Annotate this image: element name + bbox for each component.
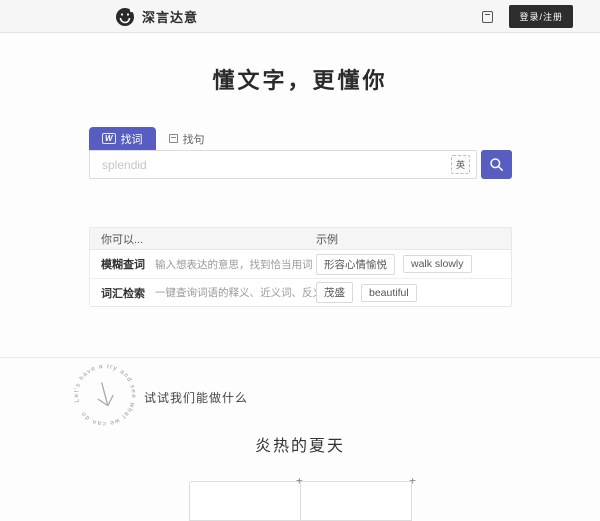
example-tag[interactable]: walk slowly <box>403 255 472 273</box>
search-area: W 找词 找句 英 <box>89 127 512 179</box>
example-cards: + + <box>189 481 412 521</box>
feature-description: 输入想表达的意思，找到恰当用词 <box>155 257 313 272</box>
brand[interactable]: 深言达意 <box>115 0 198 33</box>
table-row: 词汇检索 一键查询词语的释义、近义词、反义词、联想词等 茂盛 beautiful <box>90 278 511 306</box>
brand-name: 深言达意 <box>142 7 198 26</box>
example-tag[interactable]: beautiful <box>361 284 417 302</box>
example-card[interactable] <box>300 481 412 521</box>
example-tag[interactable]: 茂盛 <box>316 282 353 303</box>
header: 深言达意 登录/注册 <box>0 0 600 33</box>
search-input[interactable] <box>90 158 451 172</box>
plus-decoration: + <box>296 474 303 487</box>
example-tag[interactable]: 形容心情愉悦 <box>316 254 395 275</box>
plus-decoration: + <box>409 474 416 487</box>
search-button[interactable] <box>481 150 512 179</box>
docs-icon[interactable] <box>482 11 493 23</box>
page-title: 懂文字，更懂你 <box>0 63 600 95</box>
search-icon <box>489 157 504 172</box>
help-table-header-examples: 示例 <box>316 231 511 247</box>
help-table-header: 你可以... 示例 <box>90 228 511 250</box>
login-register-button[interactable]: 登录/注册 <box>509 5 573 28</box>
find-words-icon: W <box>102 133 116 144</box>
feature-name: 词汇检索 <box>101 285 145 301</box>
find-sentences-icon <box>169 134 178 143</box>
try-label: 试试我们能做什么 <box>144 389 248 406</box>
help-table: 你可以... 示例 模糊查词 输入想表达的意思，找到恰当用词 形容心情愉悦 wa… <box>89 227 512 307</box>
help-table-header-capabilities: 你可以... <box>90 231 316 247</box>
language-toggle-icon[interactable]: 英 <box>451 155 470 174</box>
try-circle-graphic: Let's have a try and see what we can do <box>70 360 140 435</box>
example-title: 炎热的夏天 <box>0 432 600 456</box>
search-tabs: W 找词 找句 <box>89 127 512 150</box>
tab-find-words-label: 找词 <box>121 131 143 147</box>
table-row: 模糊查词 输入想表达的意思，找到恰当用词 形容心情愉悦 walk slowly <box>90 250 511 278</box>
feature-name: 模糊查词 <box>101 256 145 272</box>
feature-description: 一键查询词语的释义、近义词、反义词、联想词等 <box>155 285 316 300</box>
search-box: 英 <box>89 150 477 179</box>
section-divider <box>0 357 600 358</box>
tab-find-sentences-label: 找句 <box>183 131 205 147</box>
arrow-down-icon <box>94 380 116 407</box>
tab-find-sentences[interactable]: 找句 <box>156 127 218 150</box>
tab-find-words[interactable]: W 找词 <box>89 127 156 150</box>
logo-icon <box>115 7 135 27</box>
example-card[interactable] <box>189 481 300 521</box>
